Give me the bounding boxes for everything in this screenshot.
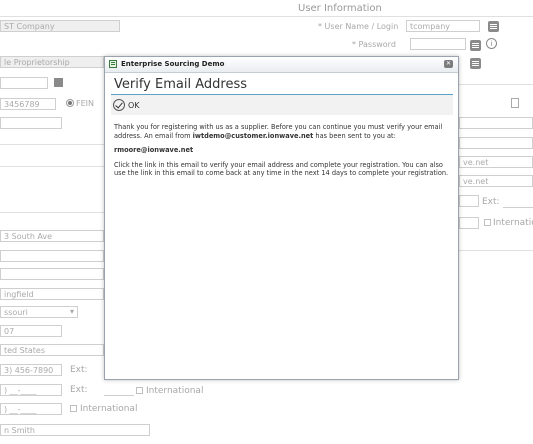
confirm-email-field[interactable]: ve.net [459,175,533,187]
calendar-icon[interactable] [54,78,63,87]
check-circle-icon [113,99,125,111]
address-line-2-field[interactable] [0,250,104,262]
divider [0,212,104,213]
fax-field[interactable]: ) __-____ [0,384,62,396]
verify-email-dialog: Enterprise Sourcing Demo ✕ Verify Email … [104,56,459,380]
dialog-toolbar: OK [111,95,453,115]
dialog-heading: Verify Email Address [114,77,247,92]
field[interactable] [459,137,533,149]
business-structure-select[interactable]: le Proprietorship [0,56,104,68]
recipient-email: rmoore@ionwave.net [114,146,194,155]
list-icon[interactable] [470,40,481,51]
password-label: * Password [352,40,396,49]
phone-field[interactable]: 3) 456-7890 [0,364,62,376]
ext-field[interactable] [104,386,134,396]
email-paragraph: rmoore@ionwave.net [114,146,452,155]
international-checkbox[interactable] [136,387,143,394]
divider [0,166,104,167]
field[interactable] [459,217,479,229]
company-name-field[interactable]: ST Company [0,20,120,32]
city-field[interactable]: ingfield [0,288,104,300]
country-field[interactable]: ted States [0,344,104,356]
mobile-field[interactable]: ) __-____ [0,403,62,415]
international-checkbox[interactable] [484,219,491,226]
address-line-1-field[interactable]: 3 South Ave [0,230,104,242]
instructions-paragraph: Click the link in this email to verify y… [114,160,449,178]
dialog-titlebar: Enterprise Sourcing Demo ✕ [105,57,458,73]
divider [0,144,104,145]
document-icon[interactable] [511,98,519,108]
tax-id-field[interactable]: 3456789 [0,98,56,110]
divider [459,250,533,251]
state-select[interactable]: ssouri [0,306,78,318]
password-field[interactable] [410,38,466,50]
app-window-icon [109,60,117,68]
list-icon[interactable] [470,58,481,69]
intro-paragraph: Thank you for registering with us as a s… [114,123,452,140]
divider [459,84,533,85]
blank-field[interactable] [0,117,62,129]
username-field[interactable]: tcompany [406,20,480,32]
ext-label: Ext: [70,385,88,395]
field[interactable] [459,195,479,207]
info-icon[interactable]: i [486,38,497,49]
short-field[interactable] [0,77,48,89]
international-label: International [146,386,204,396]
international-label: Internatio [493,218,533,228]
field[interactable] [459,117,533,129]
intro-text-end: has been sent to you at: [313,131,396,140]
fein-radio[interactable] [66,99,74,107]
sender-address: iwtdemo@customer.ionwave.net [192,131,314,140]
contact-name-field[interactable]: n Smith [0,424,150,436]
ok-button-label: OK [128,100,140,110]
username-label: * User Name / Login [318,22,399,31]
email-field[interactable]: ve.net [459,156,533,168]
zip-field[interactable]: 07 [0,325,62,337]
dialog-window-title: Enterprise Sourcing Demo [121,60,225,68]
international-label: International [80,404,138,414]
dialog-body: Thank you for registering with us as a s… [114,123,452,184]
close-icon[interactable]: ✕ [444,60,453,68]
ok-button[interactable]: OK [113,97,140,113]
address-line-3-field[interactable] [0,268,104,280]
list-icon[interactable] [488,21,499,32]
chevron-down-icon: ▾ [70,307,75,316]
section-title: User Information [298,3,382,14]
divider [0,16,533,17]
international-checkbox[interactable] [70,405,77,412]
ext-field[interactable] [503,198,533,208]
ext-label: Ext: [482,197,500,207]
fein-label: FEIN [76,99,94,108]
ext-label: Ext: [70,365,88,375]
